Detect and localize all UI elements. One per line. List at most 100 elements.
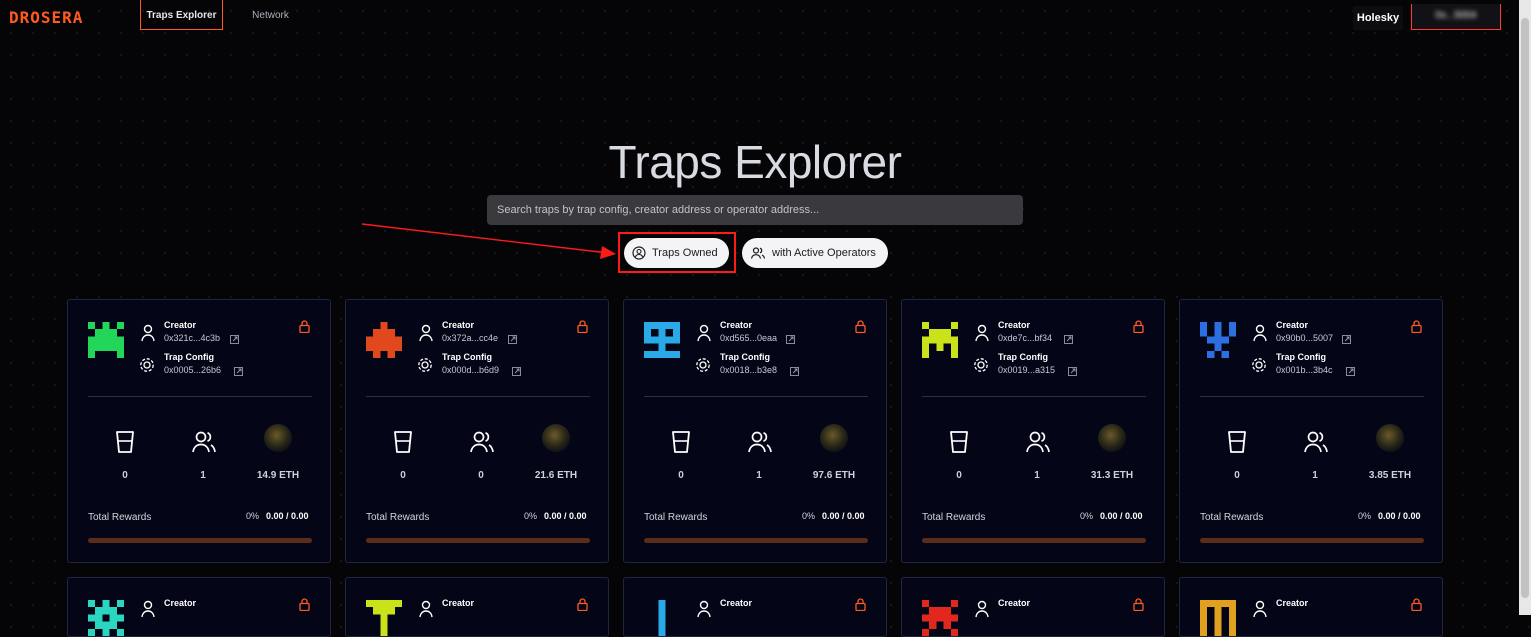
eth-staked: 3.85 ETH bbox=[1368, 470, 1412, 481]
lock-icon bbox=[855, 598, 866, 611]
responses-count: 0 bbox=[956, 470, 962, 481]
drosera-logo[interactable]: DROSERA bbox=[9, 8, 83, 27]
trap-card[interactable]: Creator bbox=[1179, 577, 1443, 637]
operators-users-icon bbox=[470, 431, 494, 453]
trap-card[interactable]: Creator 0xde7c...bf34 Trap Config 0x0019… bbox=[901, 299, 1165, 563]
creator-label: Creator bbox=[442, 320, 475, 330]
creator-label: Creator bbox=[998, 598, 1031, 608]
trap-avatar-icon bbox=[644, 322, 680, 358]
trap-config-external-link-icon[interactable] bbox=[790, 367, 799, 376]
scrollbar-thumb[interactable] bbox=[1521, 18, 1529, 598]
creator-label: Creator bbox=[1276, 598, 1309, 608]
operator-avatar-icon bbox=[1098, 424, 1126, 452]
operator-avatar-icon bbox=[542, 424, 570, 452]
operators-count: 0 bbox=[478, 470, 484, 481]
creator-user-icon bbox=[419, 324, 433, 342]
annotation-arrow bbox=[361, 223, 616, 259]
page-title: Traps Explorer bbox=[608, 135, 902, 188]
rewards-progress-bar bbox=[366, 538, 590, 543]
top-nav-bar: DROSERA Traps Explorer Network Holesky 0… bbox=[0, 0, 1531, 34]
creator-label: Creator bbox=[164, 598, 197, 608]
creator-address[interactable]: 0x321c...4c3b bbox=[164, 333, 220, 343]
total-rewards-label: Total Rewards bbox=[366, 512, 430, 523]
creator-address[interactable]: 0xde7c...bf34 bbox=[998, 333, 1052, 343]
responses-glass-icon bbox=[672, 431, 690, 453]
trap-card[interactable]: Creator 0x90b0...5007 Trap Config 0x001b… bbox=[1179, 299, 1443, 563]
trap-card[interactable]: Creator bbox=[345, 577, 609, 637]
wallet-address: 0x...5004 bbox=[1435, 10, 1477, 21]
trap-config-external-link-icon[interactable] bbox=[234, 367, 243, 376]
rewards-progress-bar bbox=[644, 538, 868, 543]
operator-avatar-icon bbox=[264, 424, 292, 452]
trap-config-address[interactable]: 0x001b...3b4c bbox=[1276, 365, 1333, 375]
trap-config-address[interactable]: 0x000d...b6d9 bbox=[442, 365, 499, 375]
trap-card[interactable]: Creator bbox=[901, 577, 1165, 637]
eth-staked: 97.6 ETH bbox=[812, 470, 856, 481]
eth-staked: 21.6 ETH bbox=[534, 470, 578, 481]
operators-users-icon bbox=[1304, 431, 1328, 453]
trap-config-external-link-icon[interactable] bbox=[1346, 367, 1355, 376]
rewards-percent: 0% bbox=[802, 511, 816, 521]
trap-config-address[interactable]: 0x0005...26b6 bbox=[164, 365, 221, 375]
trap-avatar-icon bbox=[88, 322, 124, 358]
users-icon bbox=[750, 247, 766, 259]
rewards-percent: 0% bbox=[1358, 511, 1372, 521]
creator-external-link-icon[interactable] bbox=[230, 335, 239, 344]
creator-address[interactable]: 0x372a...cc4e bbox=[442, 333, 498, 343]
rewards-percent: 0% bbox=[1080, 511, 1094, 521]
lock-icon bbox=[1411, 320, 1422, 333]
creator-user-icon bbox=[697, 600, 711, 618]
lock-icon bbox=[299, 598, 310, 611]
wallet-button[interactable]: 0x...5004 bbox=[1411, 4, 1501, 30]
trap-config-external-link-icon[interactable] bbox=[1068, 367, 1077, 376]
trap-config-label: Trap Config bbox=[720, 352, 770, 362]
rewards-percent: 0% bbox=[524, 511, 538, 521]
creator-external-link-icon[interactable] bbox=[786, 335, 795, 344]
total-rewards-label: Total Rewards bbox=[644, 512, 708, 523]
card-divider bbox=[922, 396, 1146, 397]
operator-avatar-icon bbox=[820, 424, 848, 452]
rewards-value: 0.00 / 0.00 bbox=[266, 511, 309, 521]
creator-user-icon bbox=[697, 324, 711, 342]
creator-address[interactable]: 0x90b0...5007 bbox=[1276, 333, 1333, 343]
tab-traps-explorer[interactable]: Traps Explorer bbox=[140, 0, 223, 30]
creator-address[interactable]: 0xd565...0eaa bbox=[720, 333, 777, 343]
active-operators-filter[interactable]: with Active Operators bbox=[742, 238, 888, 268]
total-rewards-label: Total Rewards bbox=[1200, 512, 1264, 523]
trap-avatar-icon bbox=[922, 600, 958, 636]
rewards-progress-bar bbox=[88, 538, 312, 543]
creator-label: Creator bbox=[1276, 320, 1309, 330]
trap-config-gear-icon bbox=[974, 358, 988, 372]
eth-staked: 14.9 ETH bbox=[256, 470, 300, 481]
creator-label: Creator bbox=[998, 320, 1031, 330]
creator-user-icon bbox=[141, 600, 155, 618]
trap-config-address[interactable]: 0x0018...b3e8 bbox=[720, 365, 777, 375]
trap-card[interactable]: Creator bbox=[623, 577, 887, 637]
trap-card[interactable]: Creator bbox=[67, 577, 331, 637]
creator-external-link-icon[interactable] bbox=[1064, 335, 1073, 344]
trap-card[interactable]: Creator 0x321c...4c3b Trap Config 0x0005… bbox=[67, 299, 331, 563]
responses-glass-icon bbox=[1228, 431, 1246, 453]
trap-card[interactable]: Creator 0xd565...0eaa Trap Config 0x0018… bbox=[623, 299, 887, 563]
responses-glass-icon bbox=[394, 431, 412, 453]
trap-avatar-icon bbox=[88, 600, 124, 636]
trap-avatar-icon bbox=[366, 322, 402, 358]
creator-external-link-icon[interactable] bbox=[1342, 335, 1351, 344]
lock-icon bbox=[577, 598, 588, 611]
tab-network[interactable]: Network bbox=[243, 0, 298, 30]
trap-card[interactable]: Creator 0x372a...cc4e Trap Config 0x000d… bbox=[345, 299, 609, 563]
card-divider bbox=[644, 396, 868, 397]
operators-count: 1 bbox=[200, 470, 206, 481]
rewards-value: 0.00 / 0.00 bbox=[822, 511, 865, 521]
responses-count: 0 bbox=[1234, 470, 1240, 481]
highlight-annotation-box bbox=[618, 232, 736, 273]
trap-config-external-link-icon[interactable] bbox=[512, 367, 521, 376]
rewards-value: 0.00 / 0.00 bbox=[1100, 511, 1143, 521]
rewards-progress-bar bbox=[1200, 538, 1424, 543]
rewards-value: 0.00 / 0.00 bbox=[1378, 511, 1421, 521]
network-selector[interactable]: Holesky bbox=[1353, 6, 1403, 30]
responses-count: 0 bbox=[400, 470, 406, 481]
trap-config-address[interactable]: 0x0019...a315 bbox=[998, 365, 1055, 375]
creator-external-link-icon[interactable] bbox=[508, 335, 517, 344]
trap-config-gear-icon bbox=[1252, 358, 1266, 372]
